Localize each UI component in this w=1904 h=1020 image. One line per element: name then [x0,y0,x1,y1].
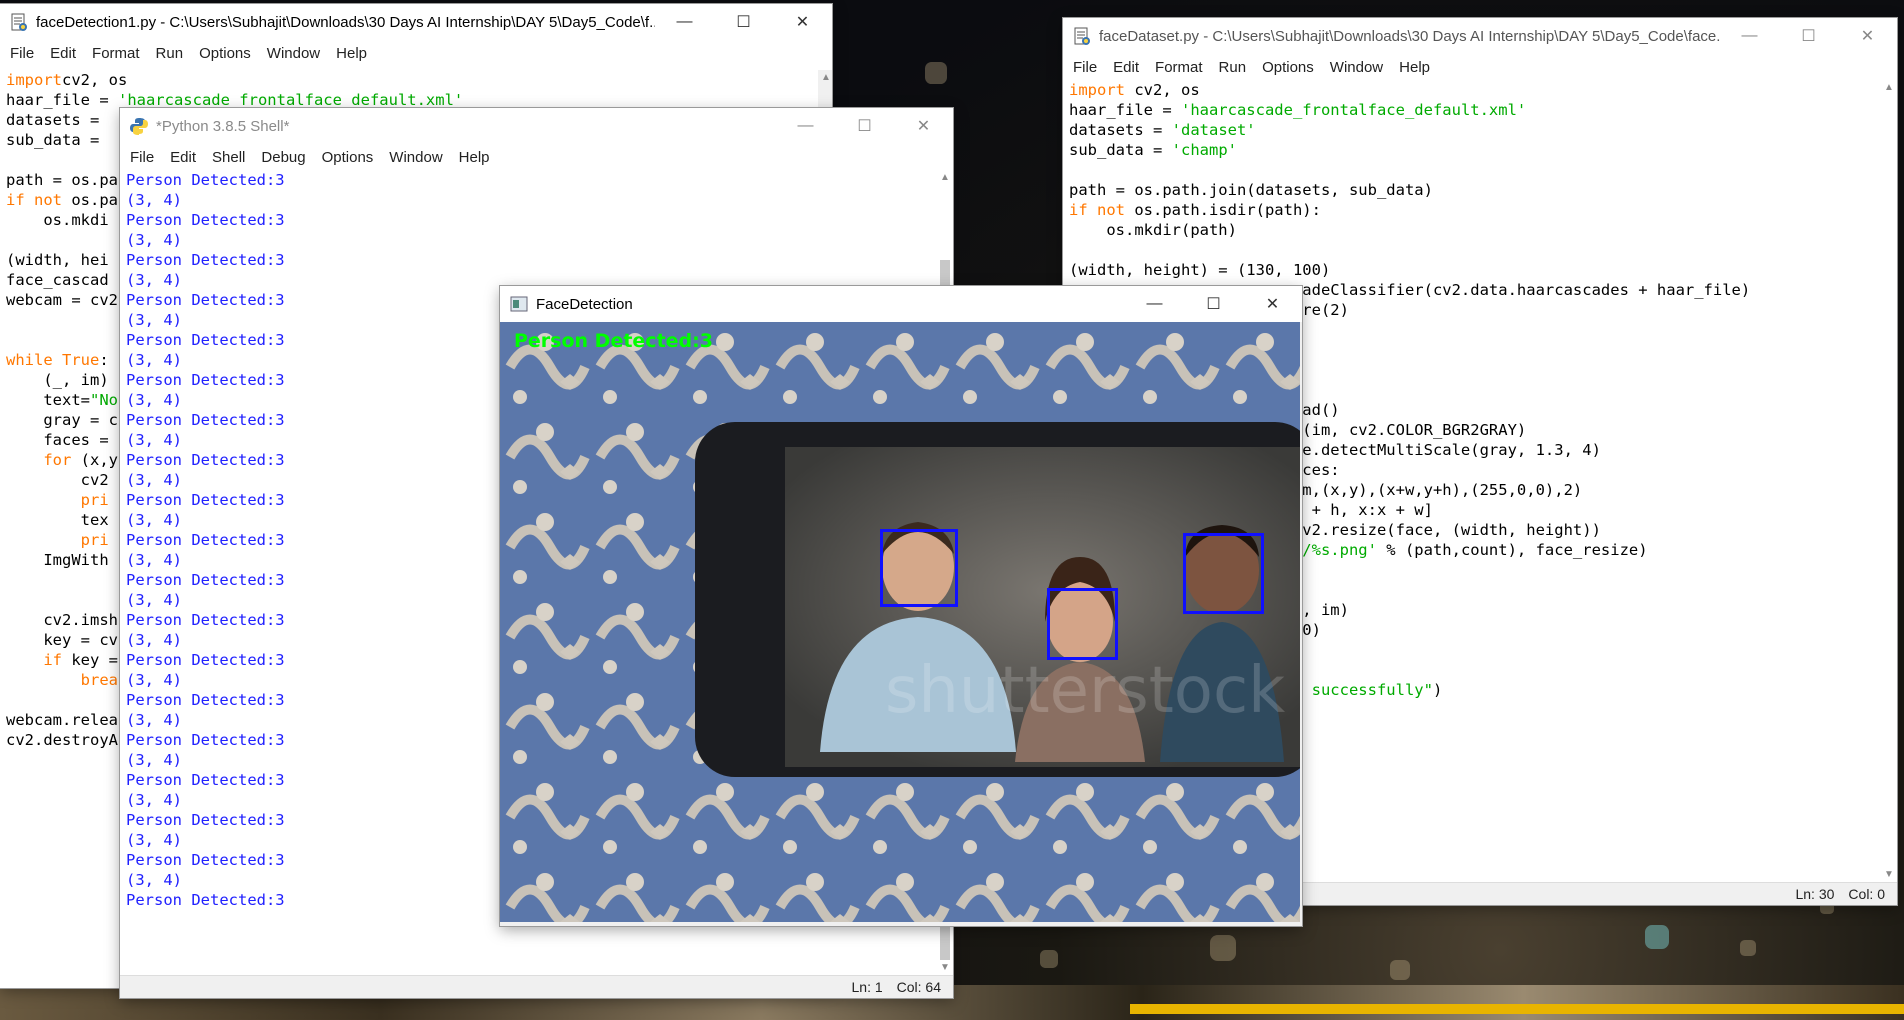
status-line: Ln: 30 [1795,886,1835,902]
close-icon[interactable]: ✕ [1838,18,1897,54]
menu-run[interactable]: Run [1211,59,1255,76]
code-line: if not os.path.isdir(path): [1069,201,1321,219]
status-line: Ln: 1 [851,979,883,995]
code-line: (width, height) = (130, 100) [1069,261,1331,279]
minimize-icon[interactable]: — [655,4,714,40]
window-title: *Python 3.8.5 Shell* [156,117,290,135]
shell-line: Person Detected:3 [126,211,285,229]
close-icon[interactable]: ✕ [1243,286,1302,322]
scroll-down-icon[interactable]: ▼ [937,960,953,976]
menu-file[interactable]: File [1065,59,1105,76]
python-file-icon [11,13,27,31]
code-line: haar_file = 'haarcascade_frontalface_def… [6,91,464,109]
scroll-up-icon[interactable]: ▲ [937,170,953,186]
face-box [1183,533,1264,614]
shell-line: Person Detected:3 [126,251,285,269]
minimize-icon[interactable]: — [1720,18,1779,54]
code-line: path = os.path.join(datasets, sub_data) [1069,181,1433,199]
vertical-scrollbar[interactable]: ▲ ▼ [1881,80,1895,883]
status-bar: Ln: 1 Col: 64 [120,975,953,998]
facedetection-window: FaceDetection — ☐ ✕ shutterstock Person … [500,286,1302,926]
menu-bar: File Edit Format Run Options Window Help [1063,54,1897,80]
taskbar-progress [1130,1004,1904,1014]
titlebar[interactable]: faceDataset.py - C:\Users\Subhajit\Downl… [1063,18,1897,54]
menu-bar: File Edit Format Run Options Window Help [0,40,832,66]
menu-format[interactable]: Format [84,45,148,62]
menu-edit[interactable]: Edit [162,149,204,166]
status-col: Col: 64 [896,979,941,995]
menu-options[interactable]: Options [191,45,259,62]
watermark-text: shutterstock [885,654,1285,728]
code-line: importcv2, os [6,71,128,89]
maximize-icon[interactable]: ☐ [835,108,894,144]
menu-format[interactable]: Format [1147,59,1211,76]
menu-help[interactable]: Help [328,45,375,62]
code-line: datasets = 'dataset' [1069,121,1256,139]
shell-line: (3, 4) [126,231,182,249]
menu-bar: File Edit Shell Debug Options Window Hel… [120,144,953,170]
status-col: Col: 0 [1848,886,1885,902]
menu-file[interactable]: File [2,45,42,62]
menu-debug[interactable]: Debug [253,149,313,166]
menu-file[interactable]: File [122,149,162,166]
maximize-icon[interactable]: ☐ [714,4,773,40]
maximize-icon[interactable]: ☐ [1779,18,1838,54]
window-title: faceDetection1.py - C:\Users\Subhajit\Do… [36,13,655,31]
menu-help[interactable]: Help [1391,59,1438,76]
minimize-icon[interactable]: — [1125,286,1184,322]
close-icon[interactable]: ✕ [773,4,832,40]
shell-line: Person Detected:3 [126,171,285,189]
shell-line: (3, 4) [126,191,182,209]
code-line: haar_file = 'haarcascade_frontalface_def… [1069,101,1527,119]
menu-edit[interactable]: Edit [1105,59,1147,76]
code-line: os.mkdir(path) [1069,221,1237,239]
scroll-down-icon[interactable]: ▼ [1881,867,1897,883]
python-icon [130,118,148,135]
face-box [1047,588,1118,660]
menu-window[interactable]: Window [381,149,450,166]
window-title: faceDataset.py - C:\Users\Subhajit\Downl… [1099,27,1720,45]
camera-image: shutterstock [500,322,1300,922]
bokeh-light [1040,950,1058,968]
minimize-icon[interactable]: — [776,108,835,144]
bokeh-light [925,62,947,84]
bokeh-light [1740,940,1756,956]
camera-frame: shutterstock Person Detected:3 [500,322,1300,922]
app-window-icon [510,296,528,312]
menu-help[interactable]: Help [451,149,498,166]
titlebar[interactable]: FaceDetection — ☐ ✕ [500,286,1302,322]
code-line: import cv2, os [1069,81,1200,99]
menu-options[interactable]: Options [314,149,382,166]
menu-options[interactable]: Options [1254,59,1322,76]
menu-window[interactable]: Window [259,45,328,62]
detection-overlay-text: Person Detected:3 [514,330,713,352]
menu-run[interactable]: Run [148,45,192,62]
maximize-icon[interactable]: ☐ [1184,286,1243,322]
code-line: sub_data = 'champ' [1069,141,1237,159]
close-icon[interactable]: ✕ [894,108,953,144]
titlebar[interactable]: faceDetection1.py - C:\Users\Subhajit\Do… [0,4,832,40]
bokeh-light [1645,925,1669,949]
scroll-up-icon[interactable]: ▲ [818,70,834,86]
scroll-up-icon[interactable]: ▲ [1881,80,1897,96]
menu-window[interactable]: Window [1322,59,1391,76]
bokeh-light [1210,935,1236,961]
face-box [880,529,958,607]
python-file-icon [1074,27,1090,45]
window-title: FaceDetection [536,295,633,313]
titlebar[interactable]: *Python 3.8.5 Shell* — ☐ ✕ [120,108,953,144]
menu-edit[interactable]: Edit [42,45,84,62]
menu-shell[interactable]: Shell [204,149,253,166]
bokeh-light [1390,960,1410,980]
